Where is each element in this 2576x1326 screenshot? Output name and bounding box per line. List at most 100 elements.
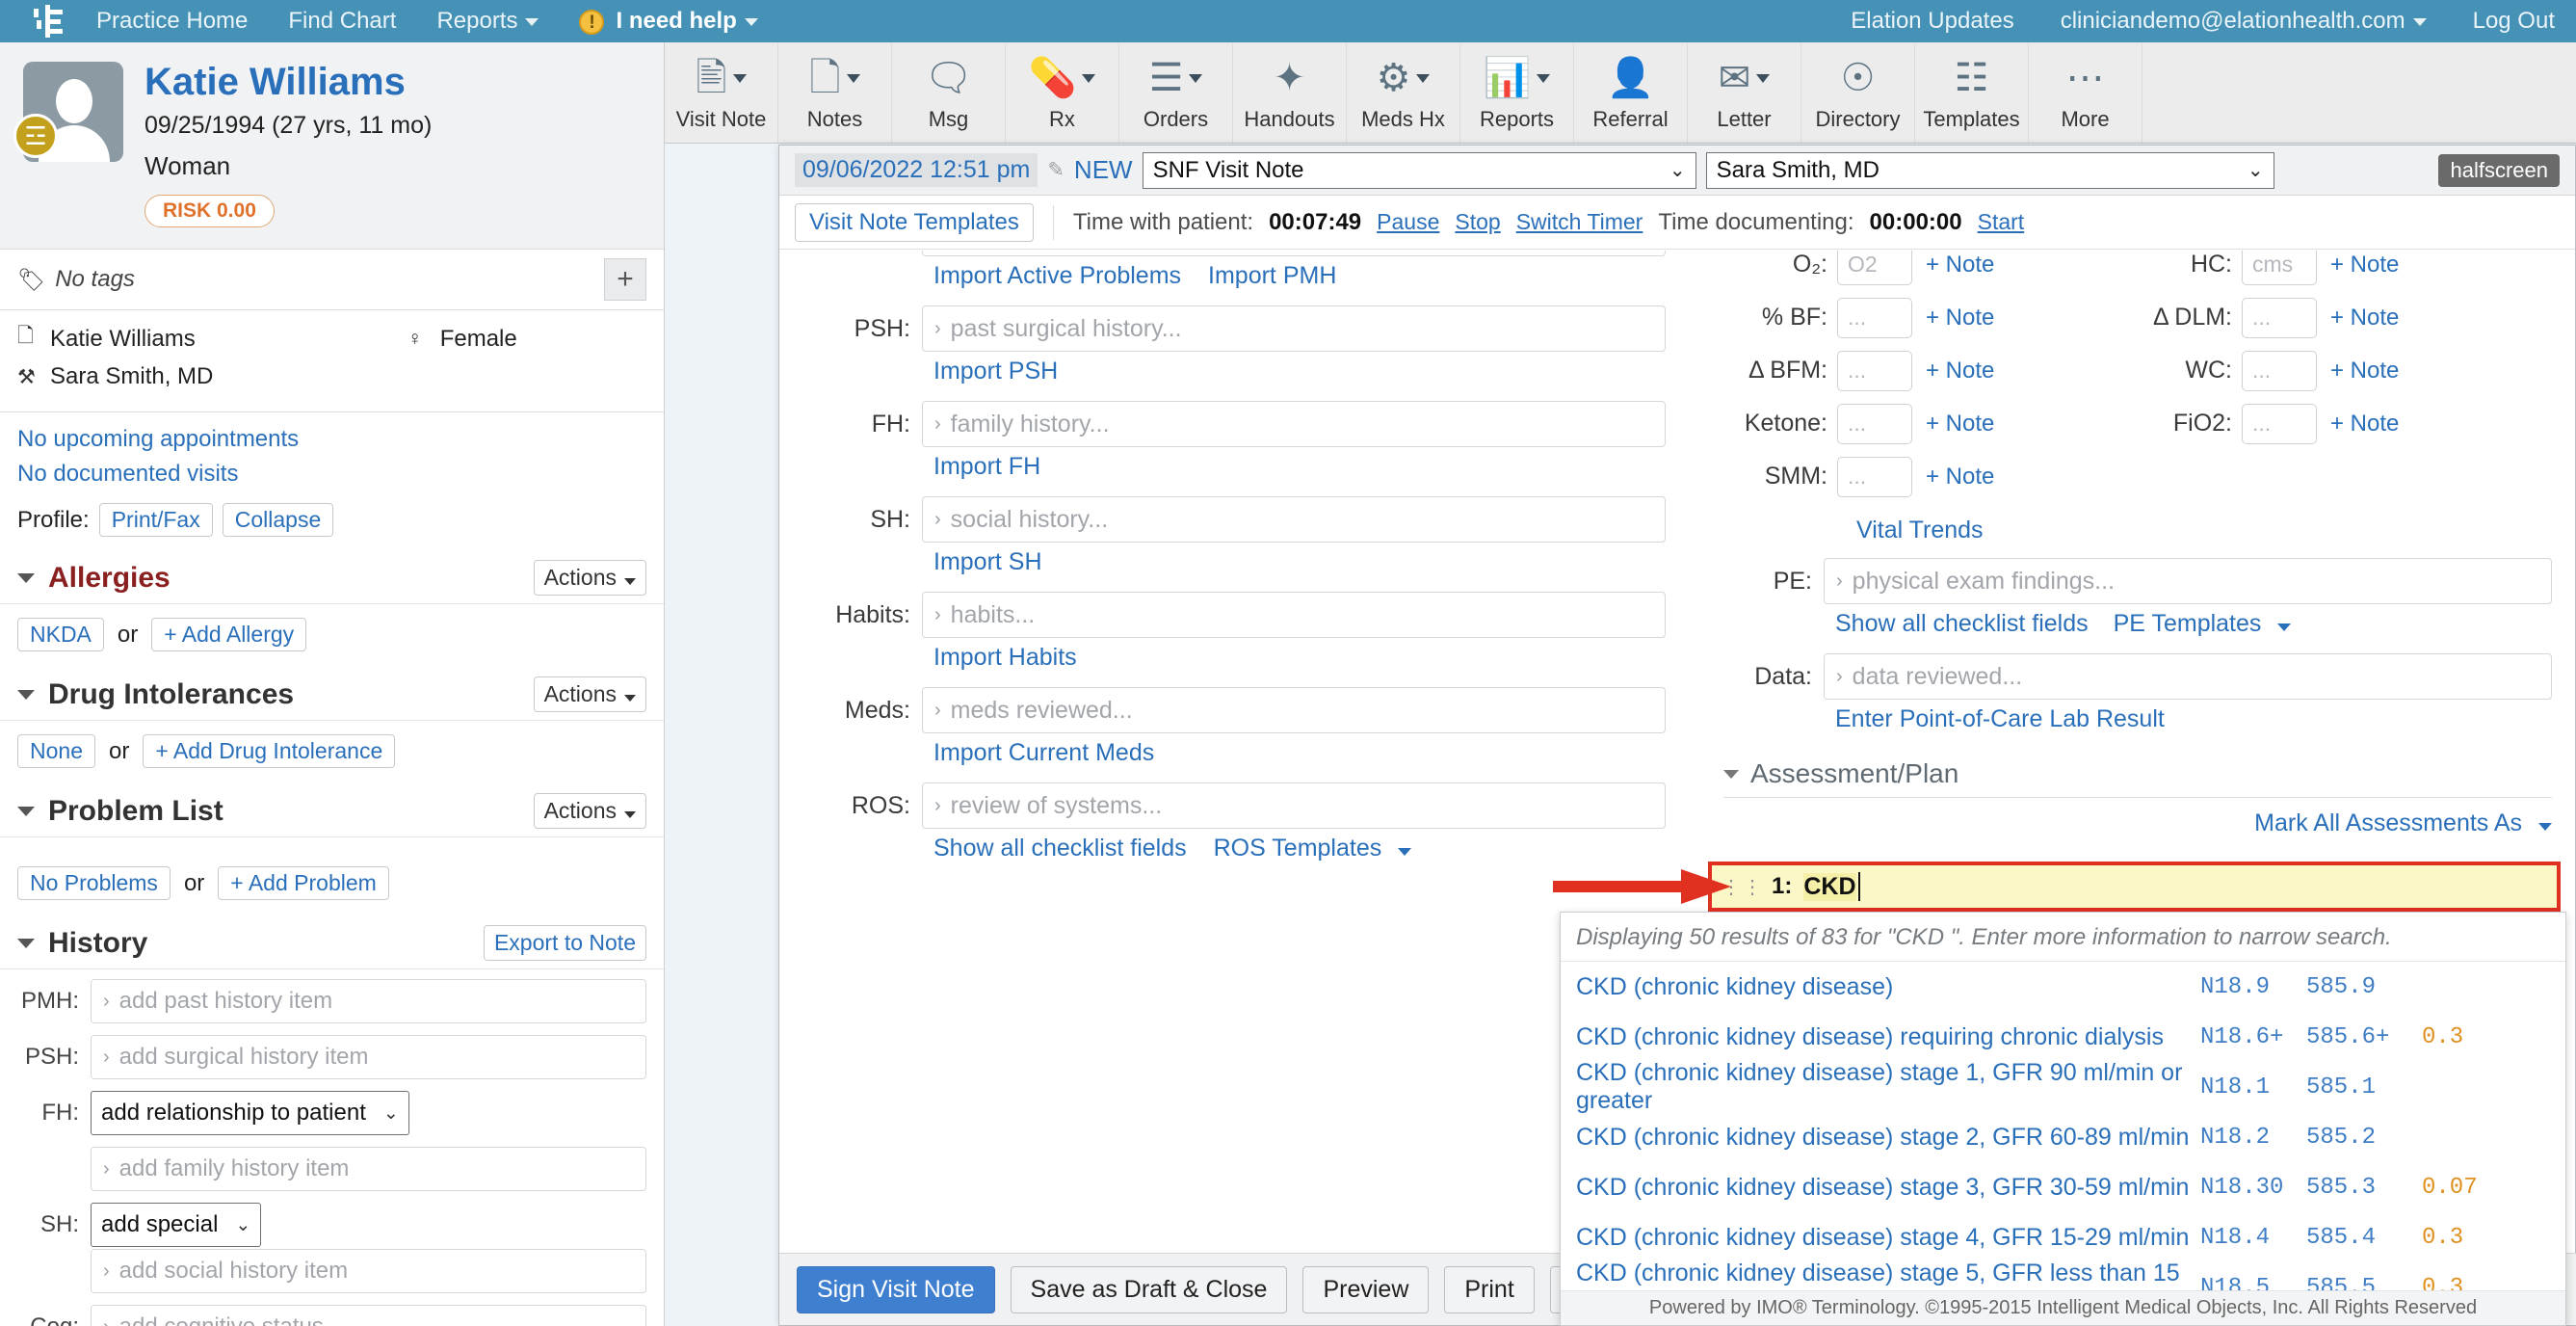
toolbar-item-notes[interactable]: 🗋Notes [778,43,892,143]
toolbar-item-more[interactable]: ⋯More [2029,43,2142,143]
search-result-row[interactable]: CKD (chronic kidney disease) stage 1, GF… [1561,1062,2565,1112]
vital-bfm-input[interactable]: ... [1837,351,1912,391]
import-fh-link[interactable]: Import FH [933,453,1040,481]
form-psh-input[interactable]: ›past surgical history... [922,305,1666,352]
toolbar-item-handouts[interactable]: ✦Handouts [1233,43,1347,143]
toolbar-item-templates[interactable]: ☷Templates [1915,43,2029,143]
history-pmh-input[interactable]: ›add past history item [91,979,646,1023]
vital-ketone-input[interactable]: ... [1837,404,1912,444]
form-data-input[interactable]: ›data reviewed... [1824,653,2552,700]
nav-i-need-help[interactable]: !I need help [579,8,757,35]
patient-name[interactable]: Katie Williams [145,62,432,102]
start-timer-link[interactable]: Start [1978,209,2025,235]
sign-visit-note-button[interactable]: Sign Visit Note [797,1266,995,1313]
history-cog-input[interactable]: ›add cognitive status [91,1305,646,1326]
pencil-icon[interactable]: ✎ [1047,158,1065,182]
vital-wc-note-link[interactable]: + Note [2330,358,2399,385]
none-intolerance-button[interactable]: None [17,734,95,768]
stop-timer-link[interactable]: Stop [1455,209,1500,235]
import-habits-link[interactable]: Import Habits [933,644,1077,672]
no-problems-button[interactable]: No Problems [17,866,171,900]
pe-templates-link[interactable]: PE Templates [2114,610,2292,638]
import-sh-link[interactable]: Import SH [933,548,1042,576]
vital-fio2-note-link[interactable]: + Note [2330,411,2399,438]
search-result-row[interactable]: CKD (chronic kidney disease) requiring c… [1561,1012,2565,1062]
history-fh-select[interactable]: add relationship to patient⌄ [91,1091,409,1135]
nav-find-chart[interactable]: Find Chart [288,8,396,35]
intolerances-actions-button[interactable]: Actions [534,676,646,712]
visit-note-date[interactable]: 09/06/2022 12:51 pm [795,153,1038,187]
history-fh-input[interactable]: ›add family history item [91,1147,646,1191]
export-to-note-button[interactable]: Export to Note [484,925,646,961]
toolbar-item-rx[interactable]: 💊Rx [1006,43,1119,143]
section-header-drug-intolerances[interactable]: Drug Intolerances Actions [0,667,664,721]
search-result-row[interactable]: CKD (chronic kidney disease) stage 2, GF… [1561,1112,2565,1162]
vital-dlm-input[interactable]: ... [2242,298,2317,338]
print-button[interactable]: Print [1444,1266,1534,1313]
vital-dlm-note-link[interactable]: + Note [2330,305,2399,332]
form-fh-input[interactable]: ›family history... [922,401,1666,447]
import-current-meds-link[interactable]: Import Current Meds [933,739,1154,767]
no-documented-visits-link[interactable]: No documented visits [17,457,646,491]
assessment-plan-header[interactable]: Assessment/Plan [1723,749,2552,798]
form-pmh-input[interactable]: ›past medical history... [922,251,1666,256]
vital-hc-note-link[interactable]: + Note [2330,252,2399,278]
mark-all-assessments-link[interactable]: Mark All Assessments As [1723,798,2552,845]
save-as-draft-close-button[interactable]: Save as Draft & Close [1011,1266,1288,1313]
section-header-problem-list[interactable]: Problem List Actions [0,783,664,837]
import-psh-link[interactable]: Import PSH [933,358,1058,385]
no-upcoming-appointments-link[interactable]: No upcoming appointments [17,422,646,457]
pe-show-all-checklist-fields-link[interactable]: Show all checklist fields [1835,610,2089,638]
form-ros-input[interactable]: ›review of systems... [922,782,1666,829]
vital-bf-note-link[interactable]: + Note [1926,305,1994,332]
toolbar-item-orders[interactable]: ☰Orders [1119,43,1233,143]
vital-fio2-input[interactable]: ... [2242,404,2317,444]
elation-logo[interactable] [0,1,96,41]
vital-hc-input[interactable]: cms [2242,251,2317,285]
toolbar-item-referral[interactable]: 👤Referral [1574,43,1688,143]
nav-reports[interactable]: Reports [436,8,539,35]
search-result-row[interactable]: CKD (chronic kidney disease) stage 4, GF… [1561,1212,2565,1262]
enter-point-of-care-lab-result-link[interactable]: Enter Point-of-Care Lab Result [1835,705,2165,733]
ros-show-all-checklist-fields-link[interactable]: Show all checklist fields [933,835,1187,862]
section-header-allergies[interactable]: Allergies Actions [0,550,664,604]
history-sh-select[interactable]: add special⌄ [91,1203,261,1247]
vital-bf-input[interactable]: ... [1837,298,1912,338]
vital-o2-note-link[interactable]: + Note [1926,252,1994,278]
toolbar-item-directory[interactable]: ☉Directory [1801,43,1915,143]
switch-timer-link[interactable]: Switch Timer [1516,209,1643,235]
add-drug-intolerance-button[interactable]: + Add Drug Intolerance [143,734,395,768]
halfscreen-toggle[interactable]: halfscreen [2438,154,2560,187]
history-sh-input[interactable]: ›add social history item [91,1249,646,1293]
toolbar-item-msg[interactable]: 🗨Msg [892,43,1006,143]
add-tag-button[interactable]: + [604,258,646,301]
history-psh-input[interactable]: ›add surgical history item [91,1035,646,1079]
nav-log-out[interactable]: Log Out [2473,8,2555,35]
assessment-search-input[interactable]: ⋮⋮ 1: CKD [1708,862,2561,912]
pause-timer-link[interactable]: Pause [1377,209,1439,235]
vital-bfm-note-link[interactable]: + Note [1926,358,1994,385]
search-result-row[interactable]: CKD (chronic kidney disease) stage 3, GF… [1561,1162,2565,1212]
risk-badge[interactable]: RISK 0.00 [145,195,275,227]
visit-note-provider-select[interactable]: Sara Smith, MD ⌄ [1706,152,2274,189]
import-pmh-link[interactable]: Import PMH [1208,262,1336,290]
nav-practice-home[interactable]: Practice Home [96,8,248,35]
vital-wc-input[interactable]: ... [2242,351,2317,391]
preview-button[interactable]: Preview [1302,1266,1429,1313]
visit-note-type-select[interactable]: SNF Visit Note ⌄ [1143,152,1696,189]
visit-note-templates-button[interactable]: Visit Note Templates [795,203,1034,242]
nkda-button[interactable]: NKDA [17,618,104,651]
collapse-button[interactable]: Collapse [223,503,334,537]
toolbar-item-letter[interactable]: ✉Letter [1688,43,1801,143]
vital-o2-input[interactable]: O2 [1837,251,1912,285]
section-header-history[interactable]: History Export to Note [0,915,664,969]
search-result-row[interactable]: CKD (chronic kidney disease) N18.9 585.9 [1561,962,2565,1012]
form-sh-input[interactable]: ›social history... [922,496,1666,543]
form-pe-input[interactable]: ›physical exam findings... [1824,558,2552,604]
vital-ketone-note-link[interactable]: + Note [1926,411,1994,438]
print-fax-button[interactable]: Print/Fax [99,503,213,537]
vital-smm-note-link[interactable]: + Note [1926,464,1994,491]
form-meds-input[interactable]: ›meds reviewed... [922,687,1666,733]
allergies-actions-button[interactable]: Actions [534,560,646,596]
nav-user-account[interactable]: cliniciandemo@elationhealth.com [2061,8,2427,35]
